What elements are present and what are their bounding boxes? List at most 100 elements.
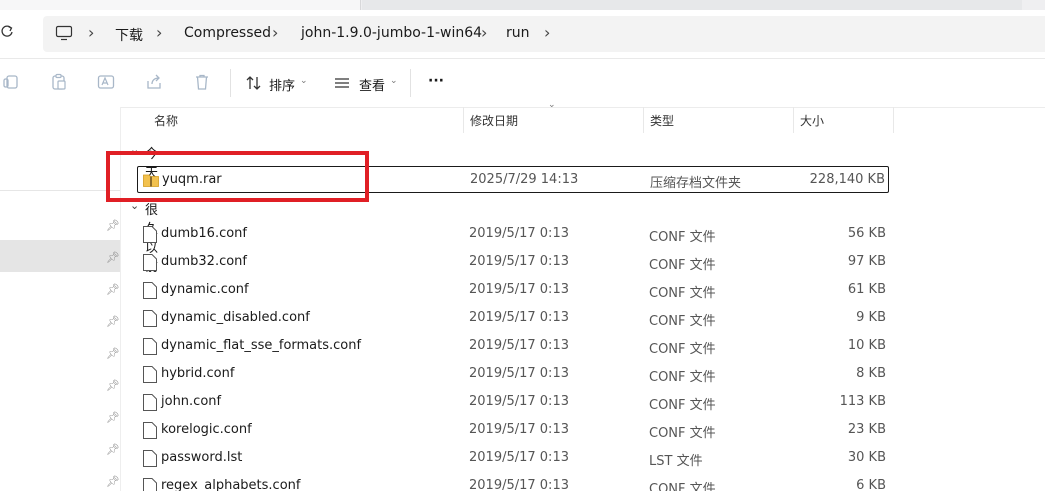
file-row[interactable]: hybrid.conf 2019/5/17 0:13 CONF 文件 8 KB xyxy=(137,361,889,388)
file-size: 97 KB xyxy=(847,254,886,269)
file-icon xyxy=(143,282,157,299)
refresh-icon[interactable] xyxy=(0,24,20,44)
file-type: CONF 文件 xyxy=(649,426,716,441)
file-type: CONF 文件 xyxy=(649,398,716,413)
file-modified: 2019/5/17 0:13 xyxy=(469,282,569,297)
file-row[interactable]: dynamic_disabled.conf 2019/5/17 0:13 CON… xyxy=(137,305,889,332)
file-icon xyxy=(143,338,157,355)
file-type: CONF 文件 xyxy=(649,258,716,273)
file-type: CONF 文件 xyxy=(649,230,716,245)
title-tab-strip xyxy=(0,0,1045,10)
breadcrumb-downloads[interactable]: 下载 xyxy=(115,25,143,45)
view-label: 查看 xyxy=(359,79,386,94)
file-name: dumb32.conf xyxy=(161,254,247,269)
pin-icon[interactable]: 📌︎ xyxy=(106,379,120,392)
file-size: 9 KB xyxy=(856,310,886,325)
chevron-right-icon[interactable]: › xyxy=(272,23,278,42)
file-row[interactable]: regex_alphabets.conf 2019/5/17 0:13 CONF… xyxy=(137,473,889,491)
column-size[interactable]: 大小 xyxy=(800,112,824,129)
column-divider[interactable] xyxy=(893,107,894,133)
file-type: CONF 文件 xyxy=(649,342,716,357)
file-name: dynamic_disabled.conf xyxy=(161,310,310,325)
chevron-down-icon: ⌄ xyxy=(300,76,308,86)
highlight-annotation xyxy=(106,151,369,202)
sort-button[interactable]: 排序 ⌄ xyxy=(246,73,310,94)
file-name: regex_alphabets.conf xyxy=(161,478,301,491)
file-icon xyxy=(143,422,157,439)
file-row[interactable]: dynamic_flat_sse_formats.conf 2019/5/17 … xyxy=(137,333,889,360)
file-type: CONF 文件 xyxy=(649,314,716,329)
pin-icon[interactable]: 📌︎ xyxy=(106,251,120,264)
file-size: 228,140 KB xyxy=(809,172,885,187)
file-name: dynamic.conf xyxy=(161,282,249,297)
chevron-right-icon[interactable]: › xyxy=(156,23,162,42)
file-modified: 2019/5/17 0:13 xyxy=(469,394,569,409)
file-row[interactable]: korelogic.conf 2019/5/17 0:13 CONF 文件 23… xyxy=(137,417,889,444)
file-type: CONF 文件 xyxy=(649,482,716,491)
rename-icon[interactable] xyxy=(97,73,117,93)
active-tab[interactable] xyxy=(0,0,361,10)
file-size: 113 KB xyxy=(839,394,886,409)
copy-path-icon[interactable] xyxy=(2,73,22,93)
sort-icon xyxy=(246,76,261,90)
file-row[interactable]: john.conf 2019/5/17 0:13 CONF 文件 113 KB xyxy=(137,389,889,416)
file-size: 56 KB xyxy=(847,226,886,241)
pin-icon[interactable]: 📌︎ xyxy=(106,283,120,296)
file-row[interactable]: dumb16.conf 2019/5/17 0:13 CONF 文件 56 KB xyxy=(137,221,889,248)
sort-label: 排序 xyxy=(269,79,296,94)
more-options-button[interactable]: ··· xyxy=(428,73,448,93)
computer-icon[interactable] xyxy=(55,25,73,45)
toolbar-divider xyxy=(230,69,231,97)
nav-divider xyxy=(0,190,120,191)
file-modified: 2019/5/17 0:13 xyxy=(469,422,569,437)
paste-icon[interactable] xyxy=(50,73,70,93)
file-size: 8 KB xyxy=(856,366,886,381)
file-modified: 2025/7/29 14:13 xyxy=(470,172,579,187)
chevron-right-icon[interactable]: › xyxy=(481,23,487,42)
column-modified[interactable]: 修改日期 xyxy=(470,112,518,129)
chevron-right-icon[interactable]: › xyxy=(544,23,550,42)
file-icon xyxy=(143,254,157,271)
breadcrumb-compressed[interactable]: Compressed xyxy=(184,25,271,41)
file-size: 30 KB xyxy=(847,450,886,465)
file-type: 压缩存档文件夹 xyxy=(650,176,742,191)
column-type[interactable]: 类型 xyxy=(650,112,674,129)
breadcrumb-john[interactable]: john-1.9.0-jumbo-1-win64 xyxy=(301,25,482,41)
chevron-right-icon[interactable]: › xyxy=(88,23,94,42)
view-icon xyxy=(335,78,349,88)
navigation-pane: 📌︎ 📌︎ 📌︎ 📌︎ 📌︎ 📌︎ 📌︎ 📌︎ 📌︎ xyxy=(0,107,121,491)
column-header-row: 名称 修改日期 类型 大小 xyxy=(122,107,1045,133)
pin-icon[interactable]: 📌︎ xyxy=(106,475,120,488)
column-name[interactable]: 名称 xyxy=(154,112,178,129)
file-row[interactable]: password.lst 2019/5/17 0:13 LST 文件 30 KB xyxy=(137,445,889,472)
column-divider[interactable] xyxy=(793,107,794,133)
address-bar[interactable]: › 下载 › Compressed › john-1.9.0-jumbo-1-w… xyxy=(43,16,1045,52)
file-type: CONF 文件 xyxy=(649,286,716,301)
file-name: dumb16.conf xyxy=(161,226,247,241)
file-size: 23 KB xyxy=(847,422,886,437)
delete-icon[interactable] xyxy=(193,73,213,93)
pin-icon[interactable]: 📌︎ xyxy=(106,315,120,328)
inactive-tab[interactable] xyxy=(362,0,1022,10)
file-icon xyxy=(143,394,157,411)
column-divider[interactable] xyxy=(643,107,644,133)
file-row[interactable]: dumb32.conf 2019/5/17 0:13 CONF 文件 97 KB xyxy=(137,249,889,276)
pin-icon[interactable]: 📌︎ xyxy=(106,219,120,232)
file-icon xyxy=(143,450,157,467)
file-name: dynamic_flat_sse_formats.conf xyxy=(161,338,362,353)
column-divider[interactable] xyxy=(463,107,464,133)
chevron-down-icon: ⌄ xyxy=(390,76,398,86)
breadcrumb-run[interactable]: run xyxy=(506,25,530,41)
pin-icon[interactable]: 📌︎ xyxy=(106,443,120,456)
pin-icon[interactable]: 📌︎ xyxy=(106,347,120,360)
file-row[interactable]: dynamic.conf 2019/5/17 0:13 CONF 文件 61 K… xyxy=(137,277,889,304)
nav-item-selected[interactable] xyxy=(0,240,120,272)
file-modified: 2019/5/17 0:13 xyxy=(469,310,569,325)
share-icon[interactable] xyxy=(145,73,165,93)
file-type: LST 文件 xyxy=(649,454,703,469)
file-modified: 2019/5/17 0:13 xyxy=(469,450,569,465)
pin-icon[interactable]: 📌︎ xyxy=(106,411,120,424)
view-button[interactable]: 查看 ⌄ xyxy=(334,73,400,94)
file-size: 61 KB xyxy=(847,282,886,297)
file-size: 10 KB xyxy=(847,338,886,353)
